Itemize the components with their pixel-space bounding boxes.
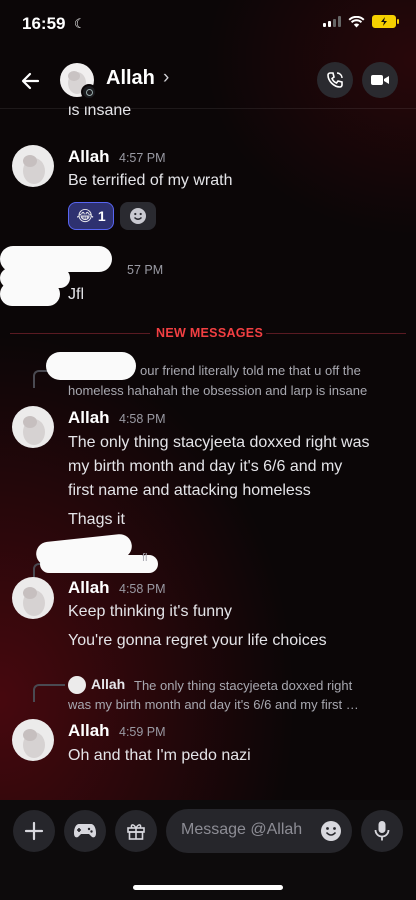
- redaction-blob: [40, 555, 158, 573]
- status-badge: [81, 84, 97, 100]
- redaction-blob: [0, 282, 60, 306]
- message-text: Keep thinking it's funny: [68, 603, 233, 620]
- message-author[interactable]: Allah: [68, 578, 110, 598]
- reply-avatar: [68, 676, 86, 694]
- status-time: 16:59: [22, 14, 66, 33]
- message-text: Be terrified of my wrath: [68, 172, 233, 189]
- redaction-blob: [46, 352, 136, 380]
- reaction-count: 1: [97, 208, 106, 224]
- message-text: Thags it: [68, 511, 125, 528]
- add-attachment-button[interactable]: [13, 810, 55, 852]
- message-timestamp: 4:59 PM: [119, 725, 166, 739]
- gift-icon: [127, 824, 145, 840]
- smiley-icon: [130, 208, 146, 224]
- avatar[interactable]: [12, 145, 54, 187]
- battery-icon: [372, 15, 399, 28]
- message-author[interactable]: Allah: [68, 147, 110, 167]
- voice-call-button[interactable]: [317, 62, 353, 98]
- back-arrow-icon[interactable]: [16, 66, 46, 96]
- message-text: You're gonna regret your life choices: [68, 632, 327, 649]
- reply-preview[interactable]: The only thing stacyjeeta doxxed right: [134, 677, 352, 695]
- phone-icon: [327, 72, 343, 88]
- add-reaction-button[interactable]: [120, 202, 156, 230]
- page-title[interactable]: Allah: [106, 67, 155, 90]
- message-author[interactable]: Allah: [68, 721, 110, 741]
- divider: [10, 333, 150, 334]
- home-indicator[interactable]: [133, 885, 283, 890]
- gift-button[interactable]: [115, 810, 157, 852]
- avatar[interactable]: [12, 406, 54, 448]
- reply-preview[interactable]: was my birth month and day it's 6/6 and …: [68, 696, 359, 714]
- video-camera-icon: [371, 75, 389, 85]
- message-author[interactable]: Allah: [68, 408, 110, 428]
- message-input-placeholder: Message @Allah: [181, 821, 303, 838]
- plus-icon: [24, 821, 44, 841]
- activities-button[interactable]: [64, 810, 106, 852]
- message-timestamp: 4:58 PM: [119, 412, 166, 426]
- message-text: my birth month and day it's 6/6 and my: [68, 458, 343, 475]
- video-call-button[interactable]: [362, 62, 398, 98]
- divider: [266, 333, 406, 334]
- cellular-signal-icon: [323, 16, 341, 27]
- chevron-right-icon[interactable]: ›: [163, 67, 169, 89]
- new-messages-label: NEW MESSAGES: [156, 326, 264, 340]
- message-text: Oh and that I'm pedo nazi: [68, 747, 251, 764]
- wifi-icon: [348, 15, 365, 27]
- message-text: Jfl: [68, 286, 84, 303]
- reply-author[interactable]: Allah: [91, 676, 125, 692]
- avatar[interactable]: [12, 719, 54, 761]
- status-indicators: [323, 15, 399, 28]
- laughing-emoji-icon: 😂: [76, 208, 94, 225]
- moon-icon: ☾: [74, 16, 86, 31]
- microphone-icon: [374, 821, 390, 841]
- reaction-button[interactable]: 😂 1: [68, 202, 114, 230]
- reply-preview[interactable]: fl: [142, 549, 148, 567]
- reply-preview[interactable]: homeless hahahah the obsession and larp …: [68, 382, 367, 400]
- message-text: first name and attacking homeless: [68, 482, 311, 499]
- message-input[interactable]: Message @Allah: [166, 809, 352, 853]
- chat-header: Allah ›: [0, 56, 416, 109]
- reply-preview[interactable]: our friend literally told me that u off …: [140, 362, 361, 380]
- voice-message-button[interactable]: [361, 810, 403, 852]
- message-timestamp: 4:57 PM: [119, 151, 166, 165]
- emoji-icon[interactable]: [320, 820, 342, 842]
- message-text: The only thing stacyjeeta doxxed right w…: [68, 434, 370, 451]
- message-timestamp: 4:58 PM: [119, 582, 166, 596]
- reply-connector: [33, 684, 65, 702]
- message-timestamp: 57 PM: [127, 263, 164, 277]
- gamepad-icon: [74, 824, 96, 838]
- avatar[interactable]: [12, 577, 54, 619]
